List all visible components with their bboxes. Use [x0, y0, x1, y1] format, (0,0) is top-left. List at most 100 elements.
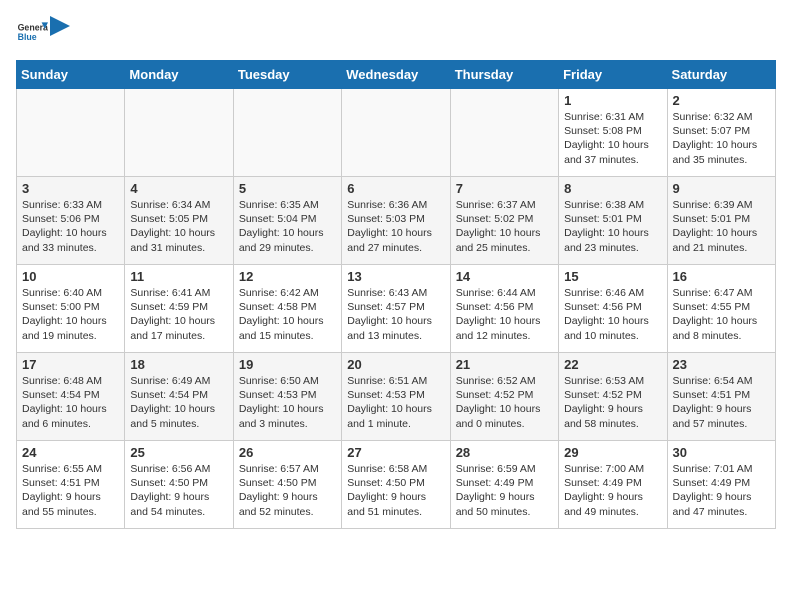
calendar-week-4: 17Sunrise: 6:48 AMSunset: 4:54 PMDayligh…: [17, 353, 776, 441]
day-number: 7: [456, 181, 553, 196]
day-detail: and 0 minutes.: [456, 417, 553, 431]
calendar-cell: 1Sunrise: 6:31 AMSunset: 5:08 PMDaylight…: [559, 89, 667, 177]
calendar-cell: 4Sunrise: 6:34 AMSunset: 5:05 PMDaylight…: [125, 177, 233, 265]
logo: General Blue: [16, 16, 70, 48]
day-detail: Sunset: 4:53 PM: [347, 388, 444, 402]
day-detail: Sunset: 5:07 PM: [673, 124, 770, 138]
day-detail: and 15 minutes.: [239, 329, 336, 343]
day-detail: Sunrise: 6:39 AM: [673, 198, 770, 212]
calendar-cell: 17Sunrise: 6:48 AMSunset: 4:54 PMDayligh…: [17, 353, 125, 441]
calendar-cell: 21Sunrise: 6:52 AMSunset: 4:52 PMDayligh…: [450, 353, 558, 441]
day-detail: and 19 minutes.: [22, 329, 119, 343]
day-detail: Daylight: 10 hours: [130, 402, 227, 416]
weekday-header-monday: Monday: [125, 61, 233, 89]
day-detail: Sunset: 4:56 PM: [456, 300, 553, 314]
day-number: 19: [239, 357, 336, 372]
day-number: 6: [347, 181, 444, 196]
day-detail: and 3 minutes.: [239, 417, 336, 431]
day-detail: Sunset: 4:50 PM: [239, 476, 336, 490]
calendar-cell: 20Sunrise: 6:51 AMSunset: 4:53 PMDayligh…: [342, 353, 450, 441]
day-detail: Sunrise: 6:56 AM: [130, 462, 227, 476]
calendar-cell: 19Sunrise: 6:50 AMSunset: 4:53 PMDayligh…: [233, 353, 341, 441]
day-detail: Sunrise: 7:00 AM: [564, 462, 661, 476]
calendar-cell: 25Sunrise: 6:56 AMSunset: 4:50 PMDayligh…: [125, 441, 233, 529]
calendar-cell: 13Sunrise: 6:43 AMSunset: 4:57 PMDayligh…: [342, 265, 450, 353]
day-number: 8: [564, 181, 661, 196]
day-detail: Sunset: 5:08 PM: [564, 124, 661, 138]
day-detail: Daylight: 10 hours: [564, 314, 661, 328]
day-number: 30: [673, 445, 770, 460]
day-number: 3: [22, 181, 119, 196]
day-detail: Sunset: 4:49 PM: [456, 476, 553, 490]
day-detail: and 57 minutes.: [673, 417, 770, 431]
day-detail: and 27 minutes.: [347, 241, 444, 255]
day-detail: Daylight: 10 hours: [673, 314, 770, 328]
calendar-cell: 30Sunrise: 7:01 AMSunset: 4:49 PMDayligh…: [667, 441, 775, 529]
calendar-week-1: 1Sunrise: 6:31 AMSunset: 5:08 PMDaylight…: [17, 89, 776, 177]
day-detail: Daylight: 9 hours: [22, 490, 119, 504]
day-detail: Sunset: 4:51 PM: [673, 388, 770, 402]
page-header: General Blue: [16, 16, 776, 48]
day-detail: and 29 minutes.: [239, 241, 336, 255]
calendar-cell: 27Sunrise: 6:58 AMSunset: 4:50 PMDayligh…: [342, 441, 450, 529]
day-number: 11: [130, 269, 227, 284]
day-detail: Daylight: 10 hours: [239, 226, 336, 240]
day-detail: Sunset: 4:55 PM: [673, 300, 770, 314]
day-detail: Daylight: 10 hours: [673, 138, 770, 152]
day-detail: Daylight: 9 hours: [456, 490, 553, 504]
day-detail: and 8 minutes.: [673, 329, 770, 343]
calendar-cell: 9Sunrise: 6:39 AMSunset: 5:01 PMDaylight…: [667, 177, 775, 265]
day-number: 13: [347, 269, 444, 284]
day-detail: Daylight: 10 hours: [22, 226, 119, 240]
day-detail: Daylight: 9 hours: [130, 490, 227, 504]
day-detail: Daylight: 10 hours: [22, 402, 119, 416]
day-detail: Sunset: 4:56 PM: [564, 300, 661, 314]
day-number: 9: [673, 181, 770, 196]
day-detail: Daylight: 10 hours: [347, 402, 444, 416]
day-detail: Sunrise: 6:38 AM: [564, 198, 661, 212]
day-detail: and 35 minutes.: [673, 153, 770, 167]
day-number: 16: [673, 269, 770, 284]
day-number: 18: [130, 357, 227, 372]
day-detail: Sunrise: 6:52 AM: [456, 374, 553, 388]
day-detail: and 31 minutes.: [130, 241, 227, 255]
calendar-cell: 7Sunrise: 6:37 AMSunset: 5:02 PMDaylight…: [450, 177, 558, 265]
day-detail: Sunset: 4:54 PM: [130, 388, 227, 402]
day-detail: and 5 minutes.: [130, 417, 227, 431]
calendar-cell: 15Sunrise: 6:46 AMSunset: 4:56 PMDayligh…: [559, 265, 667, 353]
day-detail: Sunset: 4:49 PM: [673, 476, 770, 490]
logo-icon: General Blue: [16, 16, 48, 48]
day-detail: Daylight: 10 hours: [456, 314, 553, 328]
day-detail: Sunrise: 6:54 AM: [673, 374, 770, 388]
weekday-header-friday: Friday: [559, 61, 667, 89]
day-number: 2: [673, 93, 770, 108]
calendar-cell: 22Sunrise: 6:53 AMSunset: 4:52 PMDayligh…: [559, 353, 667, 441]
day-number: 15: [564, 269, 661, 284]
day-detail: Sunrise: 6:48 AM: [22, 374, 119, 388]
calendar-cell: 6Sunrise: 6:36 AMSunset: 5:03 PMDaylight…: [342, 177, 450, 265]
calendar-cell: [233, 89, 341, 177]
calendar-week-5: 24Sunrise: 6:55 AMSunset: 4:51 PMDayligh…: [17, 441, 776, 529]
day-detail: Daylight: 10 hours: [130, 314, 227, 328]
day-detail: Sunset: 4:49 PM: [564, 476, 661, 490]
day-detail: Sunset: 4:50 PM: [130, 476, 227, 490]
day-detail: Sunset: 4:59 PM: [130, 300, 227, 314]
calendar-cell: 23Sunrise: 6:54 AMSunset: 4:51 PMDayligh…: [667, 353, 775, 441]
day-detail: and 17 minutes.: [130, 329, 227, 343]
day-number: 24: [22, 445, 119, 460]
day-number: 4: [130, 181, 227, 196]
calendar-cell: 10Sunrise: 6:40 AMSunset: 5:00 PMDayligh…: [17, 265, 125, 353]
day-detail: Daylight: 9 hours: [239, 490, 336, 504]
day-detail: Daylight: 10 hours: [347, 226, 444, 240]
day-detail: Sunset: 5:01 PM: [673, 212, 770, 226]
calendar-cell: 12Sunrise: 6:42 AMSunset: 4:58 PMDayligh…: [233, 265, 341, 353]
day-detail: Sunset: 4:51 PM: [22, 476, 119, 490]
day-detail: Sunrise: 6:57 AM: [239, 462, 336, 476]
day-detail: Daylight: 10 hours: [22, 314, 119, 328]
logo-flag-icon: [50, 16, 70, 44]
day-number: 22: [564, 357, 661, 372]
day-detail: Sunset: 5:03 PM: [347, 212, 444, 226]
day-detail: Sunrise: 7:01 AM: [673, 462, 770, 476]
calendar-cell: [342, 89, 450, 177]
day-number: 27: [347, 445, 444, 460]
